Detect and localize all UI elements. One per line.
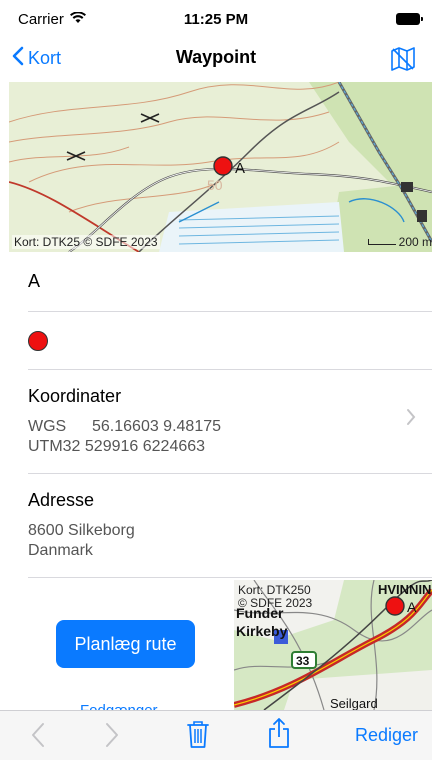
map-credit: Kort: DTK25 © SDFE 2023 <box>12 235 160 249</box>
utm-label: UTM32 <box>28 438 81 455</box>
status-bar: Carrier 11:25 PM <box>0 0 432 38</box>
plan-route-button[interactable]: Planlæg rute <box>56 620 195 668</box>
chevron-left-icon <box>32 723 44 747</box>
address-row[interactable]: Adresse 8600 Silkeborg Danmark <box>28 474 432 578</box>
waypoint-symbol-icon <box>28 330 48 351</box>
utm-line: UTM32 529916 6224663 <box>28 437 432 457</box>
wgs-label: WGS <box>28 418 67 435</box>
place-label-3: HVINNIN <box>378 582 431 597</box>
bottom-toolbar: Rediger <box>0 710 432 760</box>
route-area: Planlæg rute Fodgænger 33 Funder Kirkeby… <box>0 580 432 719</box>
contour-label: 50 <box>207 177 223 193</box>
trash-icon <box>187 721 209 748</box>
overview-map[interactable]: 33 Funder Kirkeby HVINNIN Seilgard A Kor… <box>234 580 432 710</box>
navigation-bar: Kort Waypoint <box>0 38 432 80</box>
waypoint-marker[interactable] <box>213 156 233 176</box>
waypoint-symbol-row[interactable] <box>28 312 432 370</box>
wgs-value: 56.16603 9.48175 <box>92 418 222 435</box>
waypoint-name: A <box>28 271 41 291</box>
waypoint-marker-label: A <box>235 160 245 177</box>
utm-value: 529916 6224663 <box>84 438 206 455</box>
edit-button[interactable]: Rediger <box>355 725 418 746</box>
share-icon <box>269 718 289 748</box>
status-time: 11:25 PM <box>183 10 249 28</box>
overview-marker-label: A <box>407 599 417 615</box>
waypoint-map[interactable]: 50 A Kort: DTK25 © SDFE 2023 200 m <box>9 82 432 252</box>
next-button[interactable] <box>104 721 120 754</box>
address-heading: Adresse <box>28 490 95 510</box>
waypoint-name-row[interactable]: A <box>28 252 432 312</box>
share-button[interactable] <box>266 717 292 754</box>
coordinates-heading: Koordinater <box>28 386 122 406</box>
chevron-right-icon <box>406 406 416 432</box>
chevron-right-icon <box>106 723 118 747</box>
wgs-line: WGS 56.16603 9.48175 <box>28 417 432 437</box>
delete-button[interactable] <box>186 719 210 754</box>
road-number: 33 <box>296 654 310 668</box>
overview-credit-line-2: © SDFE 2023 <box>238 596 313 610</box>
battery-icon <box>396 13 423 25</box>
previous-button[interactable] <box>30 721 46 754</box>
scale-label: 200 m <box>398 235 432 249</box>
page-title: Waypoint <box>175 47 257 67</box>
map-graphics: 50 A <box>9 82 432 252</box>
place-label-4: Seilgard <box>330 696 378 710</box>
coordinates-row[interactable]: Koordinater WGS 56.16603 9.48175 UTM32 52… <box>28 370 432 474</box>
address-line-1: 8600 Silkeborg <box>28 522 135 539</box>
map-scale: 200 m <box>367 235 432 249</box>
map-toggle-icon[interactable] <box>388 44 418 74</box>
overview-waypoint-marker[interactable] <box>385 596 405 616</box>
overview-map-credit: Kort: DTK250 © SDFE 2023 <box>238 584 312 610</box>
waypoint-details: A Koordinater WGS 56.16603 9.48175 UTM32 … <box>0 252 432 578</box>
place-label-2: Kirkeby <box>236 623 288 639</box>
scale-bar <box>367 239 396 245</box>
address-line-2: Danmark <box>28 542 93 559</box>
